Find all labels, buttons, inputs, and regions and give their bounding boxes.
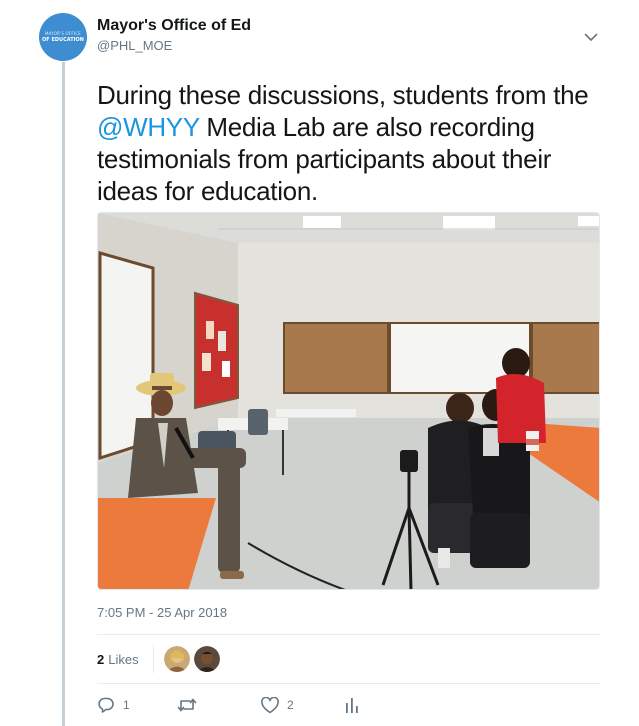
thread-connector-line [62, 62, 65, 726]
user-handle[interactable]: @PHL_MOE [97, 37, 251, 55]
display-name[interactable]: Mayor's Office of Ed [97, 16, 251, 36]
reply-button[interactable]: 1 [97, 694, 177, 716]
retweet-icon [177, 698, 197, 712]
tweet-header: Mayor's Office of Ed @PHL_MOE [97, 16, 251, 55]
likes-separator [152, 645, 154, 673]
reply-icon [98, 697, 114, 713]
tweet-actions: 1 2 [97, 694, 359, 716]
likes-label[interactable]: Likes [108, 652, 138, 667]
retweet-button[interactable] [177, 694, 261, 716]
chevron-down-icon [584, 33, 598, 41]
mention-link[interactable]: @WHYY [97, 112, 200, 142]
liker-avatar[interactable] [163, 646, 190, 672]
tweet-text: During these discussions, students from … [97, 79, 597, 207]
avatar[interactable]: MAYOR'S OFFICE OF EDUCATION [39, 13, 87, 61]
avatar-logo-text-top: MAYOR'S OFFICE [45, 31, 81, 36]
user-avatar-icon [193, 646, 220, 672]
heart-icon [261, 696, 279, 713]
like-count: 2 [287, 698, 294, 712]
reply-count: 1 [123, 698, 130, 712]
user-avatar-icon [163, 646, 190, 672]
tweet-photo[interactable] [97, 212, 600, 590]
likes-count[interactable]: 2 [97, 652, 104, 667]
tweet-timestamp[interactable]: 7:05 PM - 25 Apr 2018 [97, 605, 227, 620]
avatar-logo-text-bottom: OF EDUCATION [42, 37, 84, 43]
divider [97, 634, 600, 635]
like-button[interactable]: 2 [261, 694, 345, 716]
tweet-text-part: During these discussions, students from … [97, 80, 589, 110]
liker-avatar[interactable] [193, 646, 220, 672]
classroom-photo [98, 213, 599, 589]
more-options-button[interactable] [582, 30, 600, 44]
likes-stats-row: 2 Likes [97, 645, 224, 673]
divider [97, 683, 600, 684]
analytics-icon [346, 698, 358, 713]
analytics-button[interactable] [345, 694, 359, 716]
